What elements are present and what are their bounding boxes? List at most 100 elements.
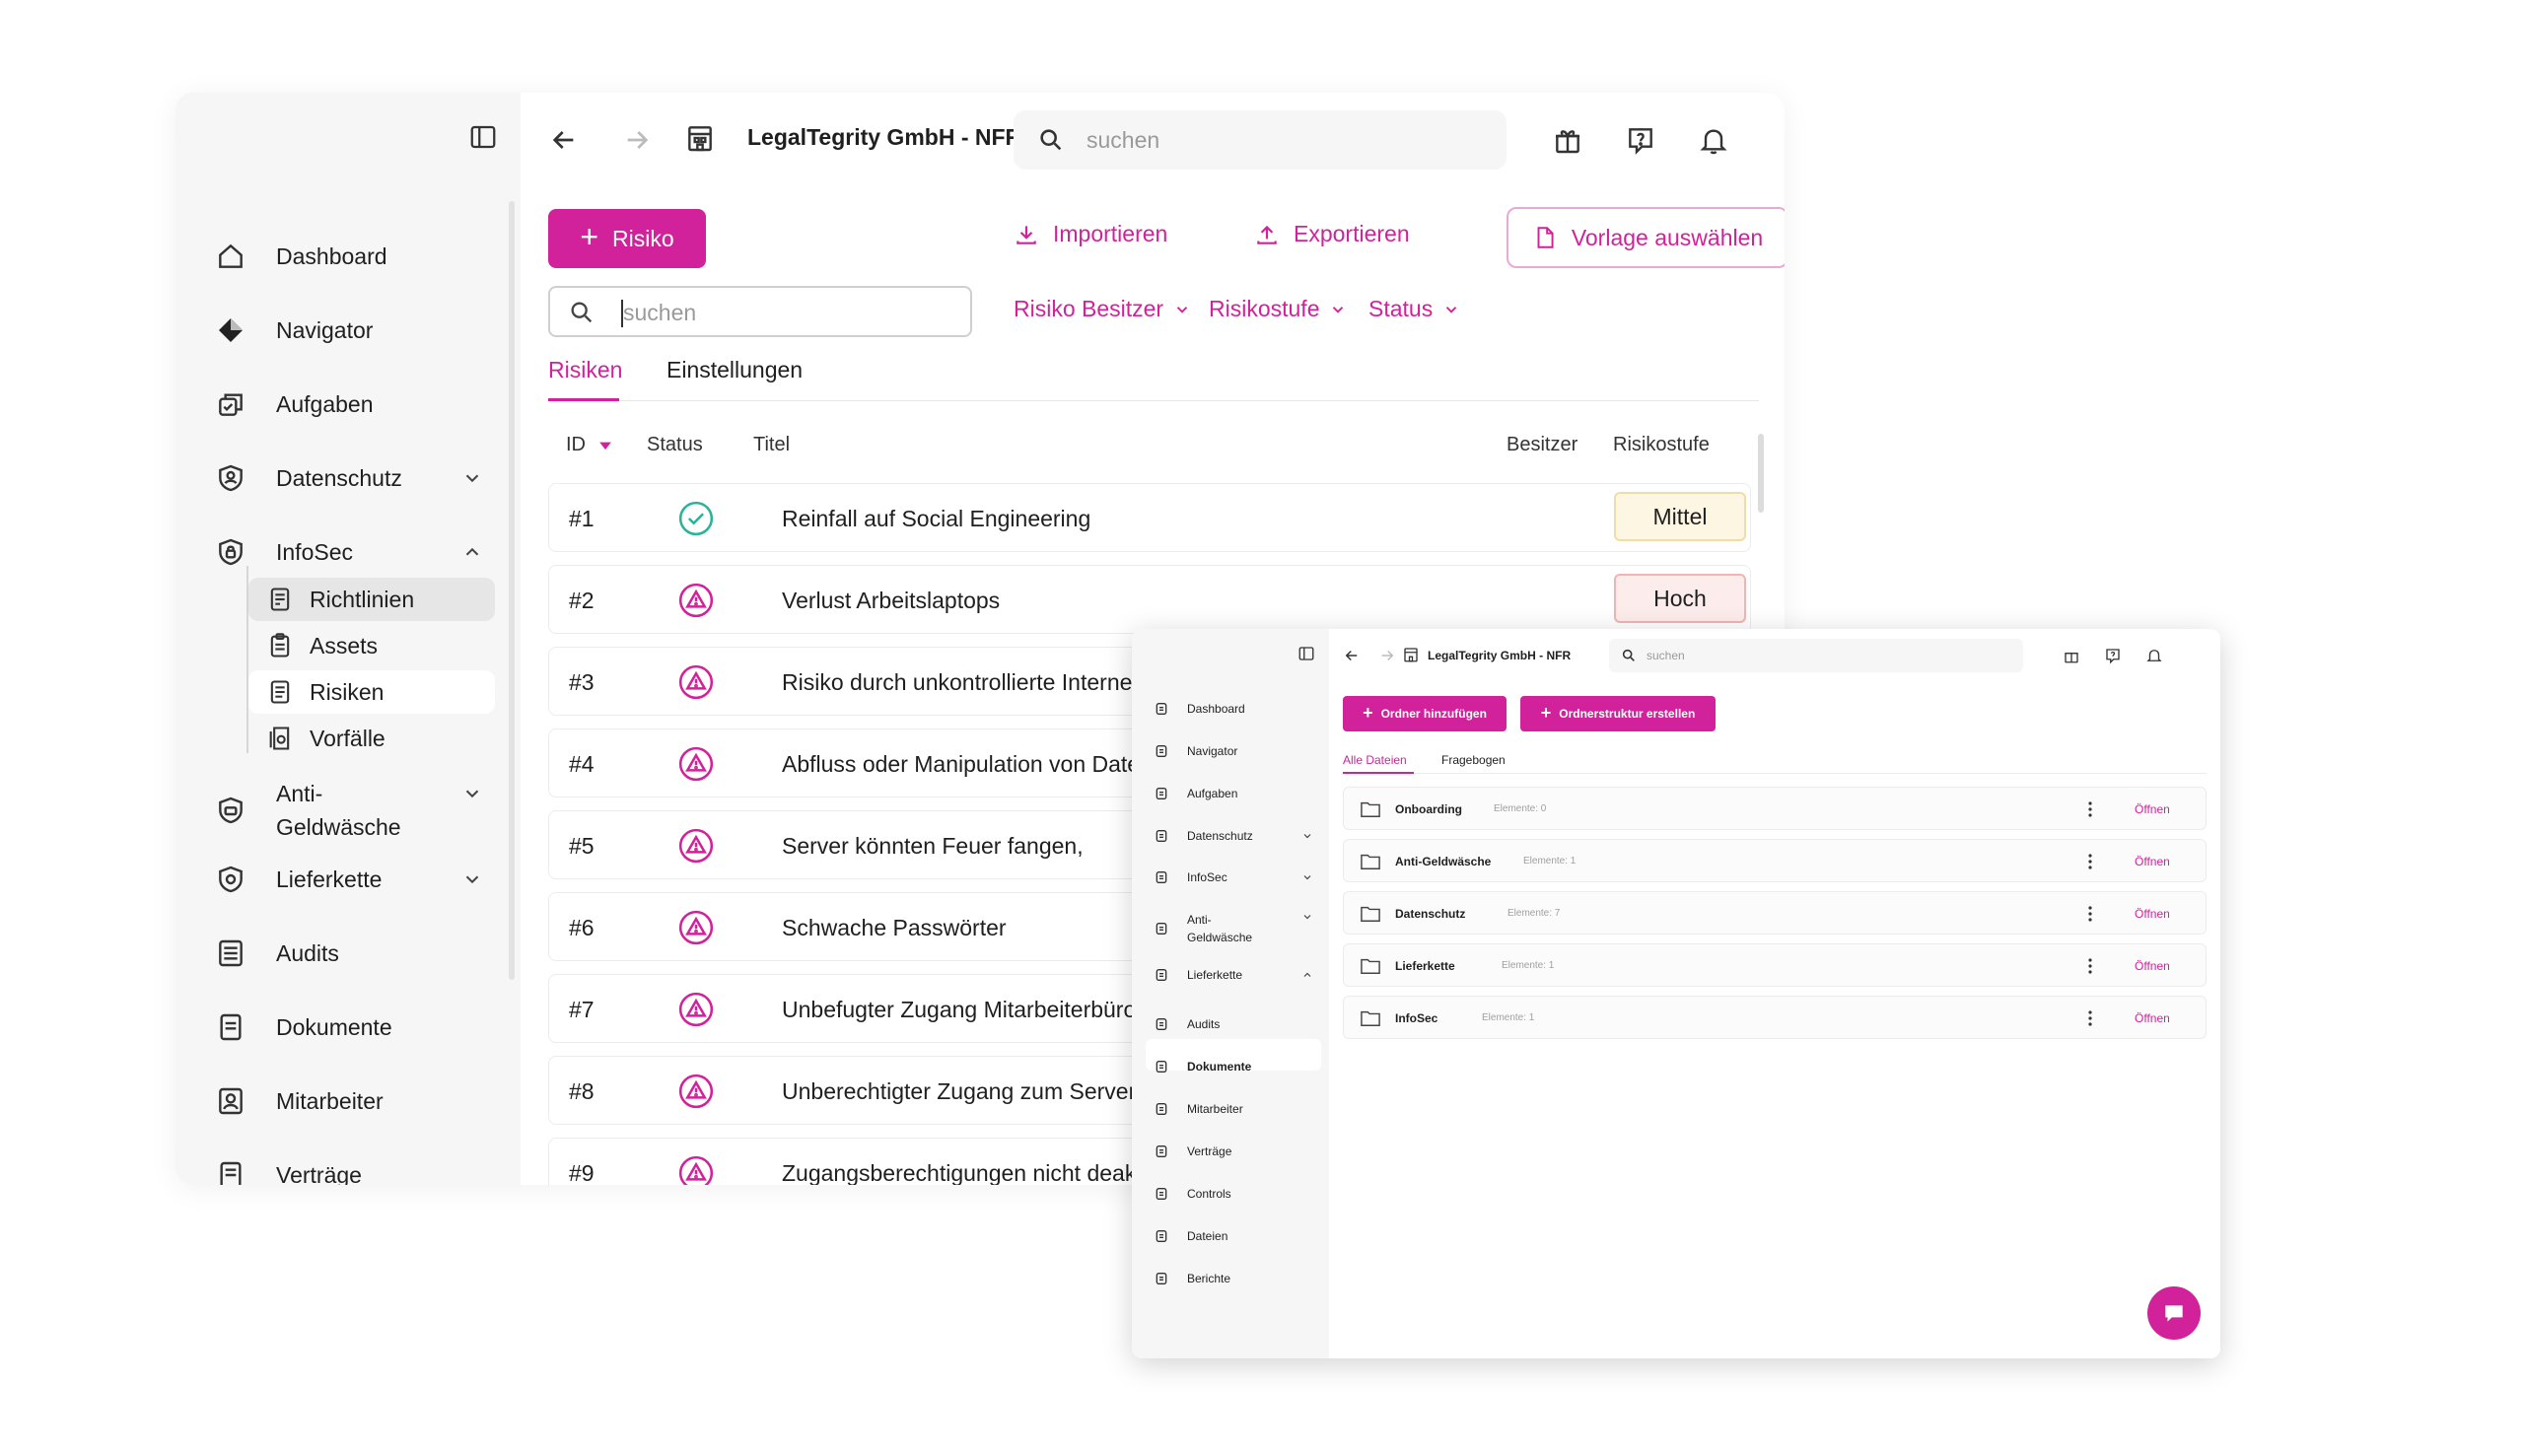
sidebar-toggle-icon[interactable] xyxy=(1297,645,1315,662)
global-search-input[interactable]: suchen xyxy=(1609,639,2023,672)
column-header-title[interactable]: Titel xyxy=(753,434,790,456)
add-risk-button[interactable]: + Risiko xyxy=(548,209,706,268)
company-name[interactable]: LegalTegrity GmbH - NFR xyxy=(1428,649,1571,662)
sidebar-item-datenschutz[interactable]: Datenschutz xyxy=(215,458,402,498)
table-row[interactable]: #1 Reinfall auf Social Engineering Mittel xyxy=(548,483,1751,552)
arrow-right-icon[interactable] xyxy=(621,124,653,156)
sidebar-item-anti-geldw-sche[interactable]: Anti- Geldwäsche xyxy=(1154,911,1252,946)
more-vertical-icon[interactable] xyxy=(2087,904,2093,924)
more-vertical-icon[interactable] xyxy=(2087,956,2093,976)
column-header-id[interactable]: ID xyxy=(566,434,615,456)
sidebar-item-aufgaben[interactable]: Aufgaben xyxy=(215,384,373,424)
chevron-up-icon[interactable] xyxy=(1301,969,1313,981)
folder-icon xyxy=(1361,958,1380,974)
import-button[interactable]: Importieren xyxy=(1014,221,1167,247)
tab-alle-dateien[interactable]: Alle Dateien xyxy=(1343,753,1407,767)
column-header-level[interactable]: Risikostufe xyxy=(1613,434,1710,456)
open-folder-link[interactable]: Öffnen xyxy=(2135,907,2170,921)
sidebar-scrollbar[interactable] xyxy=(509,201,515,980)
global-search-input[interactable]: suchen xyxy=(1014,110,1507,170)
chevron-up-icon[interactable] xyxy=(461,541,483,563)
gift-icon[interactable] xyxy=(1552,124,1583,156)
export-button[interactable]: Exportieren xyxy=(1254,221,1410,247)
table-scrollbar[interactable] xyxy=(1758,434,1764,513)
chevron-down-icon[interactable] xyxy=(1301,830,1313,842)
chevron-down-icon[interactable] xyxy=(461,783,483,804)
sidebar-item-dateien[interactable]: Dateien xyxy=(1154,1227,1227,1245)
folder-row[interactable]: Anti-Geldwäsche Elemente: 1 Öffnen xyxy=(1343,839,2207,882)
reports-icon xyxy=(1156,1273,1167,1284)
risk-id: #4 xyxy=(569,751,595,777)
open-folder-link[interactable]: Öffnen xyxy=(2135,855,2170,868)
sidebar-item-audits[interactable]: Audits xyxy=(1154,1015,1220,1033)
sidebar-item-controls[interactable]: Controls xyxy=(1154,1185,1231,1203)
sidebar-item-lieferkette[interactable]: Lieferkette xyxy=(1154,966,1242,984)
sidebar-item-mitarbeiter[interactable]: Mitarbeiter xyxy=(215,1081,384,1121)
sidebar-item-dokumente[interactable]: Dokumente xyxy=(215,1007,392,1047)
column-header-status[interactable]: Status xyxy=(647,434,703,456)
table-row[interactable]: #2 Verlust Arbeitslaptops Hoch xyxy=(548,565,1751,634)
chat-button[interactable] xyxy=(2147,1286,2201,1340)
open-folder-link[interactable]: Öffnen xyxy=(2135,959,2170,973)
chevron-down-icon[interactable] xyxy=(461,467,483,489)
more-vertical-icon[interactable] xyxy=(2087,799,2093,819)
bell-icon[interactable] xyxy=(2145,647,2163,664)
filter-risk-level[interactable]: Risikostufe xyxy=(1209,296,1347,322)
filter-status[interactable]: Status xyxy=(1368,296,1460,322)
sidebar-subitem-richtlinien[interactable]: Richtlinien xyxy=(248,578,495,621)
folder-row[interactable]: InfoSec Elemente: 1 Öffnen xyxy=(1343,996,2207,1039)
add-folder-button[interactable]: + Ordner hinzufügen xyxy=(1343,696,1507,731)
sidebar-item-vertr-ge[interactable]: Verträge xyxy=(1154,1143,1231,1160)
sidebar-subitem-assets[interactable]: Assets xyxy=(248,624,495,667)
create-folder-structure-button[interactable]: + Ordnerstruktur erstellen xyxy=(1520,696,1716,731)
help-icon[interactable] xyxy=(2104,647,2122,664)
sidebar-item-dashboard[interactable]: Dashboard xyxy=(215,237,387,276)
folder-row[interactable]: Datenschutz Elemente: 7 Öffnen xyxy=(1343,891,2207,935)
open-folder-link[interactable]: Öffnen xyxy=(2135,802,2170,816)
sidebar-item-lieferkette[interactable]: Lieferkette xyxy=(215,860,382,899)
arrow-left-icon[interactable] xyxy=(1343,647,1361,664)
bell-icon[interactable] xyxy=(1698,124,1729,156)
gift-icon[interactable] xyxy=(2063,647,2080,664)
risk-title: Reinfall auf Social Engineering xyxy=(782,506,1091,531)
risk-search-input[interactable]: suchen xyxy=(548,286,972,337)
sidebar-subitem-label: Richtlinien xyxy=(310,586,415,612)
column-header-owner[interactable]: Besitzer xyxy=(1507,434,1578,456)
help-icon[interactable] xyxy=(1625,124,1656,156)
open-folder-link[interactable]: Öffnen xyxy=(2135,1011,2170,1025)
sidebar-item-navigator[interactable]: Navigator xyxy=(215,311,373,350)
sidebar-item-dokumente[interactable]: Dokumente xyxy=(1154,1058,1251,1075)
folder-row[interactable]: Lieferkette Elemente: 1 Öffnen xyxy=(1343,943,2207,987)
sidebar-item-vertraege[interactable]: Verträge xyxy=(215,1155,362,1185)
sidebar-item-audits[interactable]: Audits xyxy=(215,934,339,973)
folder-row[interactable]: Onboarding Elemente: 0 Öffnen xyxy=(1343,787,2207,830)
sidebar-item-aufgaben[interactable]: Aufgaben xyxy=(1154,785,1237,802)
company-name[interactable]: LegalTegrity GmbH - NFR xyxy=(747,124,1021,151)
tab-fragebogen[interactable]: Fragebogen xyxy=(1441,753,1506,767)
sidebar-toggle-icon[interactable] xyxy=(467,122,499,152)
select-template-button[interactable]: Vorlage auswählen xyxy=(1507,207,1785,268)
sidebar-subitem-risiken[interactable]: Risiken xyxy=(248,670,495,714)
arrow-right-icon[interactable] xyxy=(1378,647,1396,664)
sidebar-item-navigator[interactable]: Navigator xyxy=(1154,742,1237,760)
sidebar-item-berichte[interactable]: Berichte xyxy=(1154,1270,1230,1287)
more-vertical-icon[interactable] xyxy=(2087,852,2093,871)
more-vertical-icon[interactable] xyxy=(2087,1008,2093,1028)
tab-einstellungen[interactable]: Einstellungen xyxy=(666,357,803,383)
tab-risiken[interactable]: Risiken xyxy=(548,357,622,383)
sidebar-item-infosec[interactable]: InfoSec xyxy=(215,532,353,572)
sidebar-item-infosec[interactable]: InfoSec xyxy=(1154,868,1227,886)
sidebar-subitem-vorfaelle[interactable]: Vorfälle xyxy=(248,717,495,760)
sidebar-item-label: Dokumente xyxy=(1187,1060,1252,1074)
arrow-left-icon[interactable] xyxy=(548,124,580,156)
risk-title: Abfluss oder Manipulation von Date xyxy=(782,751,1141,777)
chevron-down-icon[interactable] xyxy=(461,868,483,890)
sidebar-item-dashboard[interactable]: Dashboard xyxy=(1154,700,1245,718)
sidebar-item-datenschutz[interactable]: Datenschutz xyxy=(1154,827,1253,845)
sidebar-item-mitarbeiter[interactable]: Mitarbeiter xyxy=(1154,1100,1243,1118)
chevron-down-icon[interactable] xyxy=(1301,911,1313,923)
contract-icon xyxy=(220,1161,242,1185)
filter-risk-owner[interactable]: Risiko Besitzer xyxy=(1014,296,1191,322)
sidebar-item-anti-geldwaesche[interactable]: Anti- Geldwäsche xyxy=(215,773,401,848)
chevron-down-icon[interactable] xyxy=(1301,871,1313,883)
